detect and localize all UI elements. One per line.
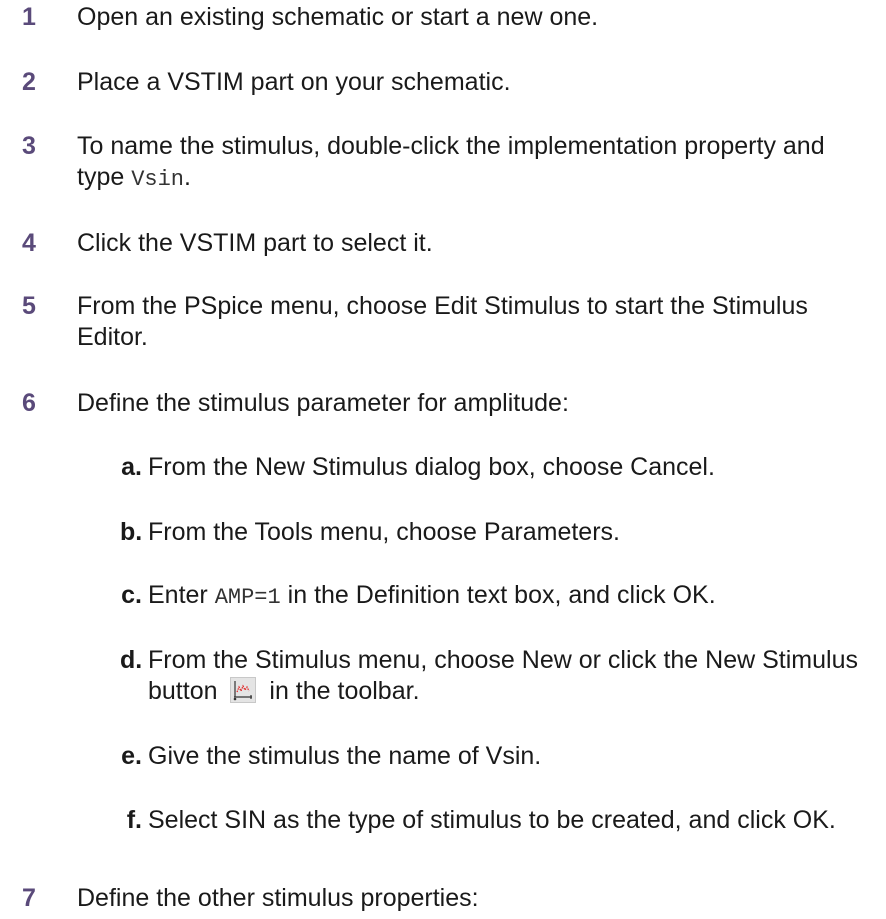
substep-text-part: in the Definition text box, and click OK… (280, 581, 716, 609)
step-text-part: . (184, 163, 191, 191)
substep-text-part: in the toolbar. (262, 677, 420, 705)
substep-text: Select SIN as the type of stimulus to be… (148, 806, 836, 834)
step-number: 6 (22, 389, 36, 417)
step-number: 1 (22, 3, 36, 31)
step-text: From the PSpice menu, choose Edit Stimul… (77, 292, 808, 351)
step-number: 7 (22, 884, 36, 912)
code-text: Vsin (131, 167, 185, 192)
step-number: 4 (22, 229, 36, 257)
step-text: Define the other stimulus properties: (77, 884, 479, 912)
substep-letter: a. (121, 453, 142, 481)
substep-text-part: Enter (148, 581, 215, 609)
step-text: Open an existing schematic or start a ne… (77, 3, 599, 31)
step-number: 5 (22, 292, 36, 320)
step-number: 2 (22, 68, 36, 96)
step-text: Click the VSTIM part to select it. (77, 229, 433, 257)
step-text: To name the stimulus, double-click the i… (77, 131, 867, 195)
substep-letter: e. (121, 742, 142, 770)
substep-text: Enter AMP=1 in the Definition text box, … (148, 580, 878, 613)
procedure-document: 1 Open an existing schematic or start a … (0, 0, 886, 919)
substep-letter: d. (120, 646, 143, 674)
substep-letter: c. (121, 581, 142, 609)
step-text: Define the stimulus parameter for amplit… (77, 389, 569, 417)
new-stimulus-icon (230, 677, 257, 703)
step-text: Place a VSTIM part on your schematic. (77, 68, 511, 96)
substep-text: From the New Stimulus dialog box, choose… (148, 453, 715, 481)
substep-text: Give the stimulus the name of Vsin. (148, 742, 542, 770)
code-text: AMP=1 (214, 585, 281, 610)
substep-text: From the Stimulus menu, choose New or cl… (148, 645, 878, 707)
substep-letter: b. (120, 518, 143, 546)
step-number: 3 (22, 132, 36, 160)
substep-text: From the Tools menu, choose Parameters. (148, 518, 620, 546)
substep-letter: f. (126, 806, 142, 834)
